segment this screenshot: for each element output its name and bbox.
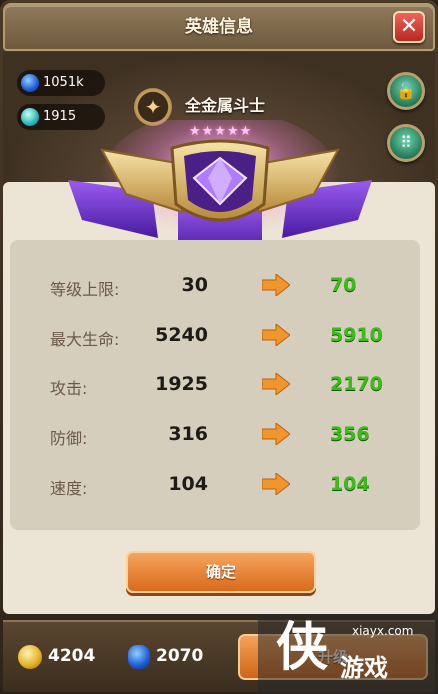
hero-name: 全金属斗士 [185,96,266,115]
confirm-button[interactable]: 确定 [126,551,316,593]
lock-button[interactable]: 🔓 [387,72,425,110]
gold-amount: 4204 [48,646,96,666]
stat-comparison-table: 等级上限: 30 70 最大生命: 5240 5910 攻击: 1925 217… [10,240,420,530]
stat-row-defense: 防御: 316 356 [10,421,420,451]
arrow-right-icon [262,324,290,346]
lock-icon: 🔓 [396,81,416,100]
stat-old-value: 316 [168,423,208,445]
stat-label: 攻击: [50,379,88,398]
stat-old-value: 30 [181,274,208,296]
gold-coin-icon [18,645,42,669]
share-button[interactable]: ⠿ [387,124,425,162]
stat-new-value: 5910 [330,324,383,346]
watermark-logo-char: 侠 [276,618,329,678]
stat-old-value: 5240 [155,324,208,346]
title-bar: 英雄信息 ✕ [3,3,435,51]
stat-new-value: 2170 [330,373,383,395]
stat-row-attack: 攻击: 1925 2170 [10,371,420,401]
blue-gem-icon [21,74,39,92]
stat-old-value: 104 [168,473,208,495]
close-button[interactable]: ✕ [393,11,425,43]
blue-gem-icon [128,645,150,669]
stat-new-value: 70 [330,274,357,296]
arrow-right-icon [262,274,290,296]
watermark-site: xiayx.com [352,624,414,638]
watermark-logo-text: 游戏 [340,654,388,682]
stat-label: 等级上限: [50,280,120,299]
rank-badge [68,120,372,256]
stat-old-value: 1925 [155,373,208,395]
stat-new-value: 356 [330,423,370,445]
stat-new-value: 104 [330,473,370,495]
arrow-right-icon [262,373,290,395]
stat-row-level-cap: 等级上限: 30 70 [10,272,420,302]
stat-label: 速度: [50,479,88,498]
stat-label: 防御: [50,429,88,448]
resource-pill-gems: 1051k [17,70,105,96]
share-icon: ⠿ [400,133,412,152]
gem-count: 1051k [43,75,84,90]
close-icon: ✕ [399,14,419,39]
teal-crystal-icon [21,108,39,126]
arrow-right-icon [262,473,290,495]
window-title: 英雄信息 [185,17,253,37]
gem-amount: 2070 [156,646,204,666]
stat-row-speed: 速度: 104 104 [10,471,420,501]
arrow-right-icon [262,423,290,445]
stat-label: 最大生命: [50,330,120,349]
stat-row-max-hp: 最大生命: 5240 5910 [10,322,420,352]
